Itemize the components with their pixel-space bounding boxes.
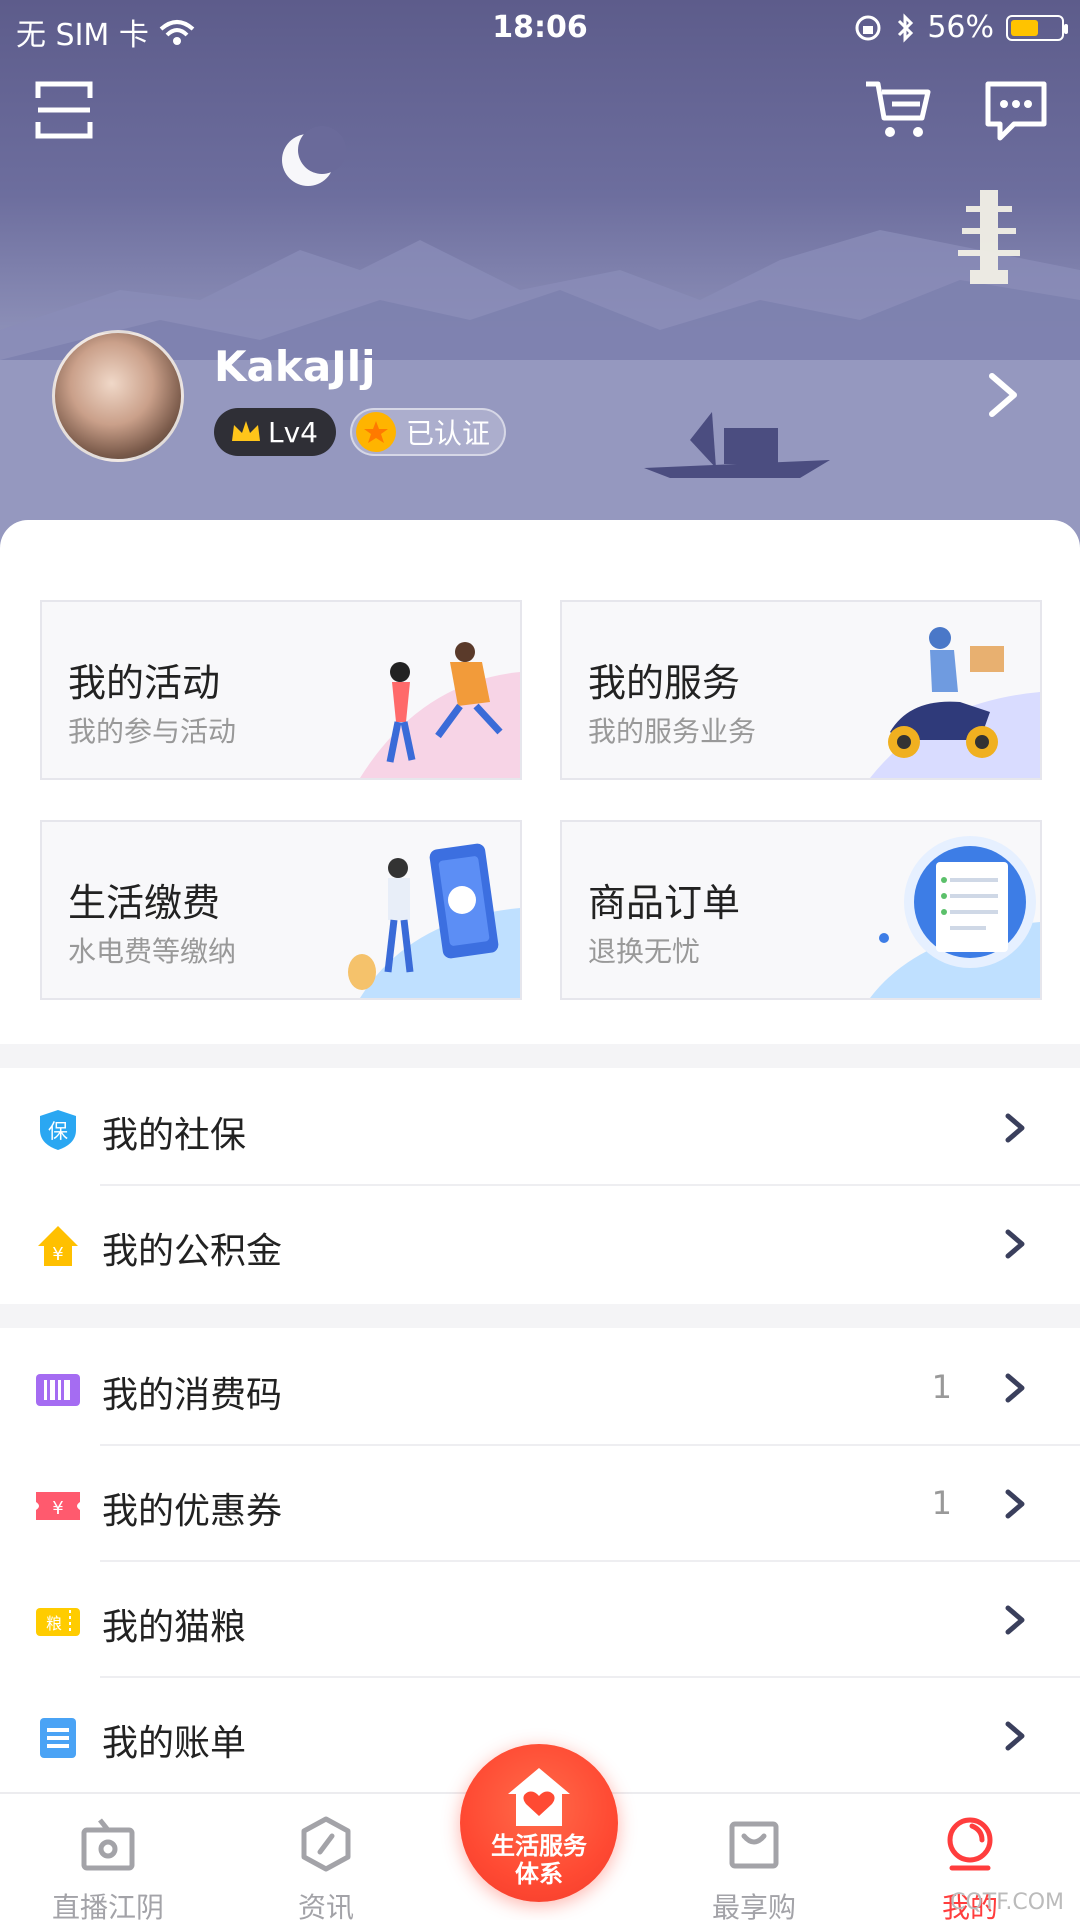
tab-label: 直播江阴 [51, 1891, 164, 1920]
barcode-icon [36, 1374, 80, 1406]
certified-text: 已认证 [406, 417, 491, 450]
card-my-activities[interactable]: 我的活动 我的参与活动 [40, 600, 522, 780]
list-item-label: 我的优惠券 [102, 1491, 283, 1532]
tab-best-shopping[interactable]: 最享购 [664, 1794, 844, 1920]
chevron-right-icon [1005, 1605, 1025, 1635]
coupon-icon: ¥ [36, 1492, 80, 1520]
count-badge: 1 [931, 1368, 952, 1406]
card-product-orders[interactable]: 商品订单 退换无忧 [560, 820, 1042, 1000]
level-badge: Lv4 [214, 408, 336, 456]
order-list-illustration [870, 836, 1040, 998]
list-item-cat-food[interactable]: 粮 我的猫粮 [0, 1562, 1080, 1678]
chevron-right-icon [1005, 1229, 1025, 1259]
chevron-right-icon [1005, 1113, 1025, 1143]
list-item-label: 我的猫粮 [102, 1607, 247, 1648]
life-services-button[interactable]: 生活服务 体系 [460, 1744, 618, 1902]
level-text: Lv4 [268, 415, 318, 449]
svg-text:粮: 粮 [46, 1614, 62, 1633]
card-utility-payments[interactable]: 生活缴费 水电费等缴纳 [40, 820, 522, 1000]
status-bar: 无 SIM 卡 18:06 56% [0, 0, 1080, 56]
scan-icon[interactable] [34, 80, 94, 140]
dancing-people-illustration [360, 642, 520, 778]
list-item-label: 我的公积金 [102, 1231, 283, 1272]
house-yen-icon: ¥ [38, 1226, 78, 1266]
tab-label: 资讯 [297, 1891, 354, 1920]
chevron-right-icon [1005, 1373, 1025, 1403]
profile-circle-icon [947, 1817, 993, 1871]
section-divider [0, 1304, 1080, 1328]
life-services-label: 生活服务 体系 [491, 1832, 587, 1888]
list-item-social-security[interactable]: 保 我的社保 [0, 1070, 1080, 1186]
card-title: 我的活动 [68, 661, 221, 705]
username: KakaJlj [214, 342, 376, 391]
chevron-right-icon [1005, 1489, 1025, 1519]
certified-badge: 已认证 [350, 408, 506, 456]
list-item-consumption-code[interactable]: 我的消费码 1 [0, 1330, 1080, 1446]
card-subtitle: 我的参与活动 [68, 715, 237, 748]
screen: 无 SIM 卡 18:06 56% KakaJlj Lv4 已认证 我的活动 我… [0, 0, 1080, 1920]
bill-icon [40, 1718, 76, 1758]
battery-percent: 56% [927, 10, 994, 45]
shield-icon: 保 [40, 1110, 76, 1150]
message-icon[interactable] [984, 80, 1048, 142]
list-item-housing-fund[interactable]: ¥ 我的公积金 [0, 1186, 1080, 1302]
svg-text:保: 保 [48, 1119, 68, 1143]
shopping-bag-icon [729, 1821, 779, 1869]
crown-icon [232, 421, 260, 441]
avatar[interactable] [52, 330, 184, 462]
chevron-right-icon[interactable] [986, 372, 1020, 418]
tab-label: 最享购 [711, 1891, 796, 1920]
tab-news[interactable]: 资讯 [236, 1794, 416, 1920]
phone-payment-illustration [348, 843, 520, 998]
chevron-right-icon [1005, 1721, 1025, 1751]
card-title: 商品订单 [588, 881, 741, 925]
card-my-services[interactable]: 我的服务 我的服务业务 [560, 600, 1042, 780]
bluetooth-icon [898, 12, 914, 43]
card-subtitle: 退换无忧 [588, 935, 701, 968]
tv-icon [81, 1818, 135, 1871]
grain-ticket-icon: 粮 [36, 1608, 80, 1636]
svg-text:¥: ¥ [52, 1498, 63, 1519]
watermark: CQTF.COM [950, 1890, 1064, 1915]
house-heart-icon [508, 1768, 570, 1826]
count-badge: 1 [931, 1484, 952, 1522]
list-item-label: 我的消费码 [102, 1375, 283, 1416]
card-subtitle: 水电费等缴纳 [68, 935, 237, 968]
battery-icon [1006, 14, 1068, 41]
star-icon [356, 412, 396, 452]
profile-header: 无 SIM 卡 18:06 56% KakaJlj Lv4 已认证 [0, 0, 1080, 560]
list-item-label: 我的社保 [102, 1115, 247, 1156]
delivery-scooter-illustration [870, 627, 1040, 778]
card-title: 生活缴费 [68, 881, 221, 925]
section-divider [0, 1044, 1080, 1068]
list-item-coupons[interactable]: ¥ 我的优惠券 1 [0, 1446, 1080, 1562]
compass-hexagon-icon [301, 1816, 351, 1872]
card-title: 我的服务 [588, 661, 741, 705]
cart-icon[interactable] [862, 78, 932, 142]
list-item-label: 我的账单 [102, 1723, 247, 1764]
card-subtitle: 我的服务业务 [588, 715, 757, 748]
tab-live-jiangyin[interactable]: 直播江阴 [18, 1794, 198, 1920]
svg-text:¥: ¥ [52, 1244, 63, 1265]
rotation-lock-icon [855, 15, 881, 40]
